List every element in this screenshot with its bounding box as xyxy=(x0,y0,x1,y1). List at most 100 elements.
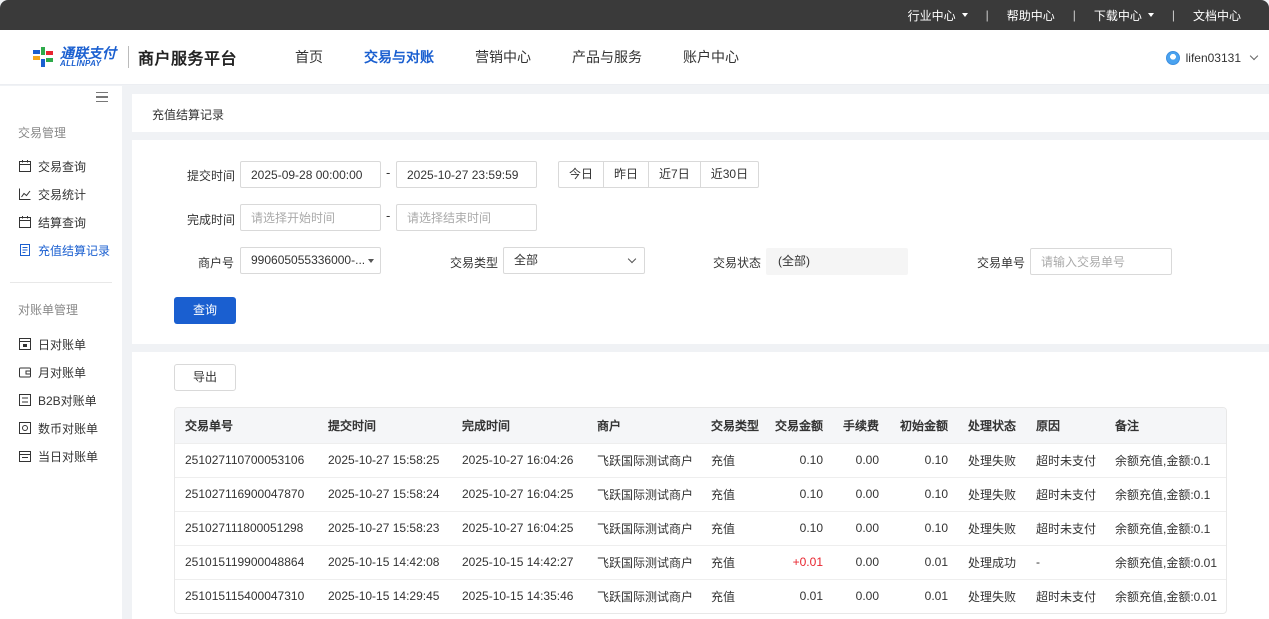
sidebar-group-statement: 对账单管理 xyxy=(18,303,79,317)
nav-transactions[interactable]: 交易与对账 xyxy=(364,30,434,85)
cell-remark: 余额充值,金额:0.1 xyxy=(1105,476,1226,511)
trade-type-label: 交易类型 xyxy=(450,256,499,270)
cell-status: 处理失败 xyxy=(958,442,1026,477)
avatar xyxy=(1165,50,1180,65)
topbar-doc-center[interactable]: 文档中心 xyxy=(1193,7,1241,24)
cell-merchant: 飞跃国际测试商户 xyxy=(587,510,701,545)
sidebar-item-settlement-query[interactable]: 结算查询 xyxy=(18,212,86,232)
cell-fee: 0.00 xyxy=(833,476,889,511)
sidebar-item-daily-statement[interactable]: 日对账单 xyxy=(18,334,86,354)
nav-marketing[interactable]: 营销中心 xyxy=(475,30,531,85)
menu-toggle-icon[interactable] xyxy=(96,92,108,102)
cell-amount: 0.10 xyxy=(771,510,833,545)
merchant-select[interactable]: 990605055336000-... xyxy=(240,247,381,274)
export-button[interactable]: 导出 xyxy=(174,364,236,391)
sidebar-item-label: 日对账单 xyxy=(38,337,87,352)
sidebar-item-digital-currency-statement[interactable]: 数币对账单 xyxy=(18,418,98,438)
cell-reason: 超时未支付 xyxy=(1026,510,1105,545)
cell-initial-amount: 0.01 xyxy=(889,544,958,579)
cell-reason: - xyxy=(1026,544,1105,579)
cell-reason: 超时未支付 xyxy=(1026,578,1105,613)
cell-trade-type: 充值 xyxy=(701,544,771,579)
nav-products[interactable]: 产品与服务 xyxy=(572,30,642,85)
sidebar-divider xyxy=(10,282,112,283)
username: lifen03131 xyxy=(1185,50,1241,65)
sidebar-item-monthly-statement[interactable]: 月对账单 xyxy=(18,362,86,382)
user-menu[interactable]: lifen03131 xyxy=(1165,30,1259,85)
top-utility-bar: 行业中心 | 帮助中心 | 下载中心 | 文档中心 xyxy=(0,0,1269,30)
results-table: 交易单号 提交时间 完成时间 商户 交易类型 交易金额 手续费 初始金额 处理状… xyxy=(174,407,1227,614)
sidebar-item-trade-query[interactable]: 交易查询 xyxy=(18,156,86,176)
chevron-down-icon xyxy=(627,254,637,264)
nav-home[interactable]: 首页 xyxy=(295,30,323,85)
table-row: 251015119900048864 2025-10-15 14:42:08 2… xyxy=(175,544,1226,579)
cell-remark: 余额充值,金额:0.01 xyxy=(1105,544,1226,579)
sidebar-item-label: 结算查询 xyxy=(38,215,87,230)
trade-type-select-value: 全部 xyxy=(514,253,539,267)
range-dash: - xyxy=(386,208,391,223)
cell-submit-time: 2025-10-27 15:58:24 xyxy=(318,476,452,511)
topbar-industry-center[interactable]: 行业中心 xyxy=(908,7,968,24)
logo-cn: 通联支付 xyxy=(60,45,116,61)
cell-remark: 余额充值,金额:0.1 xyxy=(1105,442,1226,477)
sidebar-item-label: B2B对账单 xyxy=(38,393,97,408)
sidebar-item-recharge-records[interactable]: 充值结算记录 xyxy=(18,240,110,260)
cell-complete-time: 2025-10-27 16:04:25 xyxy=(452,510,587,545)
query-button[interactable]: 查询 xyxy=(174,297,236,324)
today-statement-icon xyxy=(19,451,31,462)
calendar-icon xyxy=(19,216,31,228)
cell-fee: 0.00 xyxy=(833,578,889,613)
column-header: 提交时间 xyxy=(328,418,377,433)
nav-account[interactable]: 账户中心 xyxy=(683,30,739,85)
cell-submit-time: 2025-10-15 14:29:45 xyxy=(318,578,452,613)
cell-reason: 超时未支付 xyxy=(1026,476,1105,511)
sidebar-item-b2b-statement[interactable]: B2B对账单 xyxy=(18,390,97,410)
submit-end-input[interactable] xyxy=(396,161,537,188)
column-header: 处理状态 xyxy=(968,418,1017,433)
topbar-help-center[interactable]: 帮助中心 xyxy=(1007,7,1055,24)
trade-no-input[interactable] xyxy=(1030,248,1172,275)
quick-today-button[interactable]: 今日 xyxy=(559,162,605,187)
complete-time-label: 完成时间 xyxy=(187,213,236,227)
quick-yesterday-button[interactable]: 昨日 xyxy=(604,162,650,187)
complete-start-input[interactable] xyxy=(240,204,381,231)
column-header: 交易单号 xyxy=(185,418,234,433)
cell-trade-type: 充值 xyxy=(701,510,771,545)
column-header: 备注 xyxy=(1115,418,1140,433)
cell-trade-type: 充值 xyxy=(701,476,771,511)
cell-status: 处理失败 xyxy=(958,578,1026,613)
chevron-down-icon xyxy=(1249,51,1259,61)
cell-reason: 超时未支付 xyxy=(1026,442,1105,477)
quick-7days-button[interactable]: 近7日 xyxy=(649,162,701,187)
merchant-select-value: 990605055336000-... xyxy=(251,253,366,267)
submit-start-input[interactable] xyxy=(240,161,381,188)
topbar-download-label: 下载中心 xyxy=(1093,8,1142,23)
caret-down-icon xyxy=(961,13,968,17)
trade-status-label: 交易状态 xyxy=(713,256,762,270)
sidebar-item-today-statement[interactable]: 当日对账单 xyxy=(18,446,98,466)
trade-type-select[interactable]: 全部 xyxy=(503,247,645,274)
cell-amount: 0.10 xyxy=(771,442,833,477)
sidebar-item-label: 月对账单 xyxy=(38,365,87,380)
sidebar: 交易管理 交易查询 交易统计 结算查询 充值结算记录 对账单管理 日对账单 月对… xyxy=(0,86,122,619)
sidebar-item-label: 数币对账单 xyxy=(38,421,99,436)
topbar-download-center[interactable]: 下载中心 xyxy=(1094,7,1154,24)
cell-trade-no: 251027111800051298 xyxy=(175,510,318,545)
cell-merchant: 飞跃国际测试商户 xyxy=(587,476,701,511)
sidebar-item-label: 当日对账单 xyxy=(38,449,99,464)
quick-30days-button[interactable]: 近30日 xyxy=(701,162,758,187)
filter-panel: 提交时间 - 今日 昨日 近7日 近30日 完成时间 - 商户号 9906050… xyxy=(132,140,1269,344)
sidebar-item-label: 充值结算记录 xyxy=(38,243,111,258)
sidebar-item-trade-stats[interactable]: 交易统计 xyxy=(18,184,86,204)
topbar-industry-label: 行业中心 xyxy=(907,8,956,23)
breadcrumb-current: 充值结算记录 xyxy=(152,108,225,122)
cell-trade-no: 251027110700053106 xyxy=(175,442,318,477)
logo-en: ALLINPAY xyxy=(60,59,102,68)
complete-end-input[interactable] xyxy=(396,204,537,231)
brand-logo[interactable]: 通联支付 ALLINPAY xyxy=(30,44,116,70)
trade-status-select[interactable]: (全部) xyxy=(766,248,908,275)
cell-initial-amount: 0.01 xyxy=(889,578,958,613)
chart-icon xyxy=(19,188,31,200)
caret-down-icon xyxy=(368,259,374,263)
sidebar-item-label: 交易统计 xyxy=(38,187,87,202)
